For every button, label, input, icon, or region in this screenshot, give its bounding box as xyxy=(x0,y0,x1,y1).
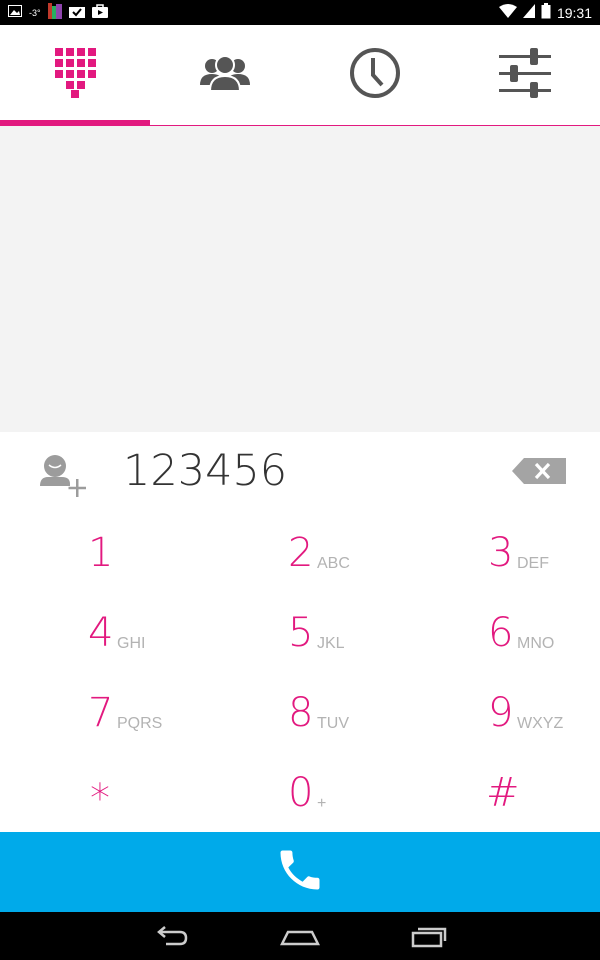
signal-icon xyxy=(522,4,535,21)
key-digit: 5 xyxy=(288,610,314,656)
key-digit: 0 xyxy=(288,770,314,816)
key-1[interactable]: 1 xyxy=(0,516,200,596)
key-7[interactable]: 7 PQRS xyxy=(0,676,200,756)
key-3[interactable]: 3 DEF xyxy=(400,516,600,596)
key-2[interactable]: 2 ABC xyxy=(200,516,400,596)
key-letters: GHI xyxy=(117,635,146,652)
key-digit: 8 xyxy=(288,690,314,736)
back-button[interactable] xyxy=(152,924,192,948)
key-digit: # xyxy=(486,770,520,816)
phone-icon xyxy=(274,844,326,901)
backspace-button[interactable] xyxy=(512,458,566,484)
key-digit: 9 xyxy=(488,690,514,736)
backspace-icon xyxy=(512,458,566,488)
status-bar: -3° 19:31 xyxy=(0,0,600,25)
keypad: 1 2 ABC 3 DEF 4 GHI 5 JKL 6 MNO 7 PQRS 8… xyxy=(0,516,600,832)
dialpad-icon xyxy=(54,47,96,103)
navigation-bar xyxy=(0,912,600,960)
key-0[interactable]: 0 + xyxy=(200,756,400,836)
key-digit: 7 xyxy=(88,690,114,736)
battery-icon xyxy=(541,3,551,22)
wifi-icon xyxy=(498,4,517,21)
key-digit: 3 xyxy=(488,530,514,576)
back-icon xyxy=(152,926,192,952)
key-digit: 4 xyxy=(88,610,114,656)
key-letters: WXYZ xyxy=(517,715,564,732)
clock-time: 19:31 xyxy=(556,4,592,21)
contacts-icon xyxy=(200,54,250,96)
tab-contacts[interactable] xyxy=(150,25,300,125)
temperature-text: -3° xyxy=(29,7,41,18)
task-notification-icon xyxy=(68,4,85,21)
key-6[interactable]: 6 MNO xyxy=(400,596,600,676)
key-8[interactable]: 8 TUV xyxy=(200,676,400,756)
key-letters: DEF xyxy=(517,555,549,572)
home-button[interactable] xyxy=(279,924,321,948)
key-letters: MNO xyxy=(517,635,555,652)
key-letters: + xyxy=(317,795,327,812)
image-notification-icon xyxy=(8,5,22,20)
key-letters: TUV xyxy=(317,715,349,732)
tab-settings[interactable] xyxy=(450,25,600,125)
key-letters: JKL xyxy=(317,635,345,652)
number-input-row: 123456 xyxy=(0,432,600,516)
key-5[interactable]: 5 JKL xyxy=(200,596,400,676)
key-digit: * xyxy=(90,776,110,822)
key-hash[interactable]: # xyxy=(400,756,600,836)
key-letters: PQRS xyxy=(117,715,163,732)
dialed-number-field[interactable]: 123456 xyxy=(123,446,287,496)
tab-history[interactable] xyxy=(300,25,450,125)
store-notification-icon xyxy=(91,4,108,21)
key-digit: 1 xyxy=(88,530,114,576)
key-9[interactable]: 9 WXYZ xyxy=(400,676,600,756)
key-digit: 6 xyxy=(488,610,514,656)
key-4[interactable]: 4 GHI xyxy=(0,596,200,676)
key-digit: 2 xyxy=(288,530,314,576)
recent-apps-icon xyxy=(410,927,450,952)
suggestions-area xyxy=(0,126,600,432)
tab-bar xyxy=(0,25,600,126)
recent-apps-button[interactable] xyxy=(410,924,450,948)
key-letters: ABC xyxy=(317,555,350,572)
add-contact-button[interactable] xyxy=(38,452,88,500)
key-star[interactable]: * xyxy=(0,756,200,836)
tab-dialpad[interactable] xyxy=(0,25,150,125)
app-notification-icon xyxy=(47,3,62,22)
call-button[interactable] xyxy=(0,832,600,912)
clock-icon xyxy=(349,47,401,104)
sliders-icon xyxy=(499,47,551,103)
home-icon xyxy=(279,930,321,952)
